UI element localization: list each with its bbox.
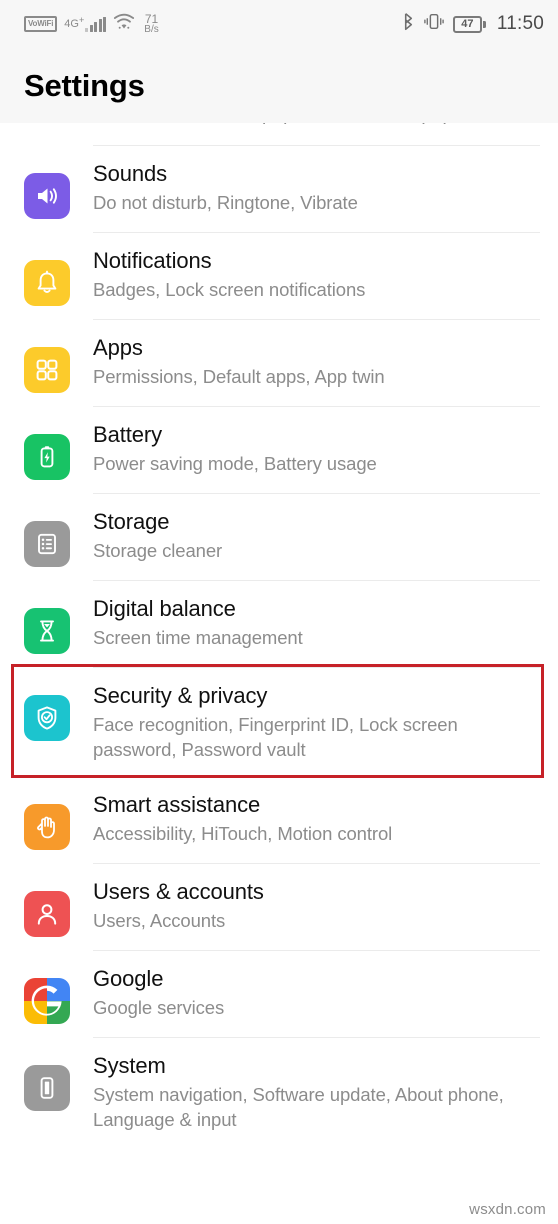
settings-list-item-subtitle: Users, Accounts (93, 909, 226, 931)
settings-list-item-title: Security & privacy (93, 683, 268, 708)
hourglass-icon (24, 608, 70, 654)
settings-list-item-subtitle: System navigation, Software update, Abou… (93, 1083, 504, 1130)
settings-list-item-text: Users & accounts Users, Accounts (70, 877, 542, 933)
bell-icon (24, 260, 70, 306)
settings-list-item-title: Google (93, 965, 164, 991)
settings-list-item-subtitle: Google services (93, 996, 225, 1018)
google-g-icon (24, 977, 70, 1024)
settings-list-item-battery[interactable]: Battery Power saving mode, Battery usage (0, 407, 558, 493)
vibrate-icon (424, 12, 444, 36)
settings-list-item-title: Sounds (93, 161, 168, 186)
settings-list-item-subtitle: Face recognition, Fingerprint ID, Lock s… (93, 713, 458, 761)
settings-list-item-security-privacy[interactable]: Security & privacy Face recognition, Fing… (0, 668, 558, 776)
status-bar-left: VoWiFi 4G+ 71 B/s (24, 13, 159, 36)
page-header: Settings (0, 48, 558, 123)
settings-list-item-sounds[interactable]: Sounds Do not disturb, Ringtone, Vibrate (0, 146, 558, 232)
settings-list-item-subtitle: Storage cleaner (93, 539, 223, 561)
settings-list-item-text: Sounds Do not disturb, Ringtone, Vibrate (70, 159, 542, 215)
battery-bolt-icon (24, 434, 70, 480)
bluetooth-icon (402, 12, 415, 36)
settings-list-item-system[interactable]: System System navigation, Software update… (0, 1037, 558, 1146)
settings-list-item-title: Battery (93, 422, 162, 447)
settings-list-item-subtitle: Permissions, Default apps, App twin (93, 365, 385, 387)
app-grid-icon (24, 347, 70, 393)
settings-list-item-google[interactable]: Google Google services (0, 950, 558, 1037)
settings-list-item-text: Apps Permissions, Default apps, App twin (70, 333, 542, 389)
page-title: Settings (24, 67, 145, 103)
settings-list-item-title: Storage (93, 509, 170, 534)
settings-list-item-title: Notifications (93, 248, 212, 273)
hand-icon (24, 803, 70, 850)
settings-list-item-title: System (93, 1052, 166, 1078)
settings-list-item-title: Apps (93, 335, 143, 360)
settings-list-item-text: Smart assistance Accessibility, HiTouch, … (70, 790, 542, 846)
settings-list-item-text: Google Google services (70, 964, 542, 1020)
speaker-volume-icon (24, 173, 70, 219)
status-bar-right: 47 11:50 (402, 12, 544, 36)
signal-bars-icon (85, 16, 107, 32)
settings-list-item-text: Battery Power saving mode, Battery usage (70, 420, 542, 476)
settings-list-item-text: Security & privacy Face recognition, Fing… (70, 681, 542, 763)
settings-list-item-storage[interactable]: Storage Storage cleaner (0, 494, 558, 580)
vowifi-badge: VoWiFi (24, 16, 58, 32)
settings-list-item-title: Users & accounts (93, 878, 264, 904)
settings-list-item-text: System System navigation, Software update… (70, 1051, 542, 1133)
settings-list-item-title: Digital balance (93, 596, 236, 621)
settings-list-item-notifications[interactable]: Notifications Badges, Lock screen notific… (0, 233, 558, 319)
network-type-superscript: + (78, 14, 85, 25)
battery-cap (482, 20, 486, 28)
settings-list-item-subtitle: Screen time management (93, 626, 303, 648)
battery-indicator: 47 (452, 15, 486, 33)
status-bar: VoWiFi 4G+ 71 B/s 47 11:50 (0, 0, 558, 48)
settings-list-item-text: Storage Storage cleaner (70, 507, 542, 563)
settings-list-item-subtitle: Do not disturb, Ringtone, Vibrate (93, 191, 358, 213)
wifi-icon (113, 13, 135, 36)
settings-list-item-digital-balance[interactable]: Digital balance Screen time management (0, 581, 558, 667)
settings-list-item-title: Smart assistance (93, 791, 261, 817)
settings-list-item-users-accounts[interactable]: Users & accounts Users, Accounts (0, 863, 558, 950)
settings-list-item-smart-assistance[interactable]: Smart assistance Accessibility, HiTouch, … (0, 776, 558, 863)
settings-list[interactable]: Home screen & wallpaper Theme, Wallpaper… (0, 123, 558, 1146)
cellular-signal-indicator: 4G+ (64, 14, 107, 32)
settings-list-item-text: Digital balance Screen time management (70, 594, 542, 650)
data-rate-unit: B/s (144, 24, 159, 36)
person-icon (24, 890, 70, 937)
shield-check-icon (24, 695, 70, 741)
settings-list-item-text: Notifications Badges, Lock screen notific… (70, 246, 542, 302)
network-type-label: 4G+ (64, 14, 85, 31)
partially-scrolled-row[interactable]: Home screen & wallpaper Theme, Wallpaper (0, 123, 558, 145)
settings-list-item-apps[interactable]: Apps Permissions, Default apps, App twin (0, 320, 558, 406)
battery-level-label: 47 (452, 15, 482, 33)
watermark: wsxdn.com (469, 1201, 546, 1218)
status-bar-clock: 11:50 (496, 13, 544, 34)
settings-list-item-subtitle: Power saving mode, Battery usage (93, 452, 377, 474)
data-rate-indicator: 71 B/s (144, 13, 158, 35)
phone-info-icon (24, 1064, 70, 1111)
settings-list-item-subtitle: Accessibility, HiTouch, Motion control (93, 822, 393, 844)
storage-list-icon (24, 521, 70, 567)
partially-scrolled-row-text: Home screen & wallpaper Theme, Wallpaper (93, 123, 470, 126)
settings-list-item-subtitle: Badges, Lock screen notifications (93, 278, 366, 300)
